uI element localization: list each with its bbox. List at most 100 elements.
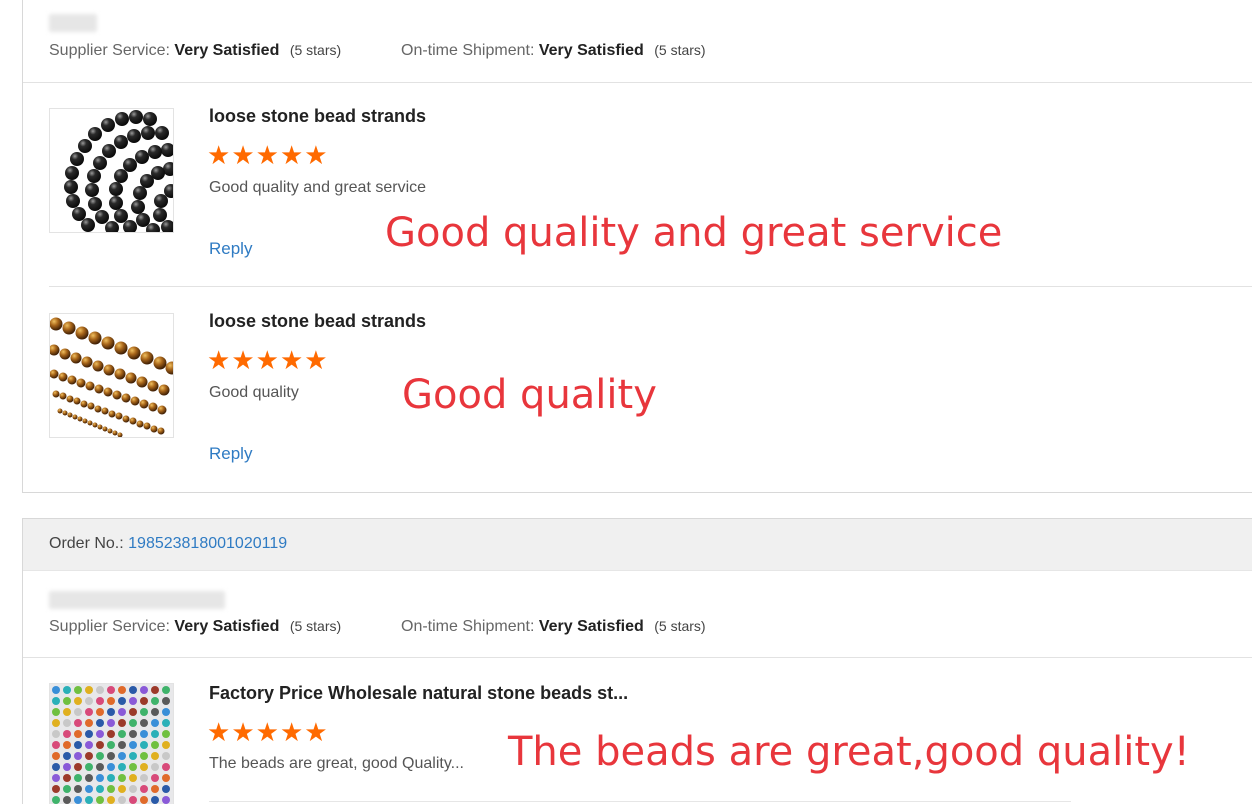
order-number-label: Order No.: bbox=[49, 535, 124, 552]
product-title[interactable]: loose stone bead strands bbox=[209, 106, 426, 127]
sample-bead bbox=[151, 785, 159, 793]
sample-bead bbox=[162, 785, 170, 793]
sample-bead bbox=[107, 774, 115, 782]
star-icon: ★ bbox=[255, 345, 279, 375]
sample-bead bbox=[52, 697, 60, 705]
sample-bead bbox=[52, 785, 60, 793]
sample-bead bbox=[140, 697, 148, 705]
sample-bead bbox=[129, 752, 137, 760]
tiger-eye-beads-image bbox=[50, 317, 173, 437]
sample-bead bbox=[85, 752, 93, 760]
sample-bead bbox=[118, 785, 126, 793]
sample-bead bbox=[162, 752, 170, 760]
sample-bead bbox=[140, 752, 148, 760]
sample-bead bbox=[129, 763, 137, 771]
sample-bead bbox=[96, 719, 104, 727]
sample-bead bbox=[74, 796, 82, 804]
sample-bead bbox=[118, 752, 126, 760]
sample-bead bbox=[52, 686, 60, 694]
sample-bead bbox=[129, 708, 137, 716]
product-thumbnail[interactable] bbox=[49, 108, 174, 233]
ontime-shipment-value: Very Satisfied bbox=[538, 618, 644, 635]
product-title[interactable]: loose stone bead strands bbox=[209, 311, 426, 332]
sample-bead bbox=[129, 785, 137, 793]
star-icon: ★ bbox=[207, 345, 231, 375]
sample-bead bbox=[107, 719, 115, 727]
order-number: Order No.: 198523818001020119 bbox=[49, 535, 287, 553]
order-header: Order No.: 198523818001020119 bbox=[23, 519, 1252, 571]
sample-bead bbox=[107, 763, 115, 771]
reply-link[interactable]: Reply bbox=[209, 444, 252, 464]
sample-bead bbox=[162, 774, 170, 782]
star-icon: ★ bbox=[279, 345, 304, 375]
sample-bead bbox=[85, 741, 93, 749]
sample-bead bbox=[96, 697, 104, 705]
product-title[interactable]: Factory Price Wholesale natural stone be… bbox=[209, 683, 628, 704]
ontime-shipment-stars: (5 stars) bbox=[654, 618, 706, 634]
reply-link[interactable]: Reply bbox=[209, 239, 252, 259]
ontime-shipment: On-time Shipment: Very Satisfied (5 star… bbox=[401, 42, 706, 60]
product-thumbnail[interactable] bbox=[49, 313, 174, 438]
sample-bead bbox=[140, 763, 148, 771]
sample-bead bbox=[74, 774, 82, 782]
buyer-name-redacted bbox=[49, 14, 97, 32]
review-comment: Good quality and great service bbox=[209, 179, 427, 196]
star-icon: ★ bbox=[207, 140, 231, 170]
ontime-shipment-value: Very Satisfied bbox=[538, 42, 644, 59]
sample-bead bbox=[63, 785, 71, 793]
sample-bead bbox=[118, 796, 126, 804]
supplier-service-stars: (5 stars) bbox=[289, 42, 342, 58]
sample-bead bbox=[129, 774, 137, 782]
sample-bead bbox=[63, 752, 71, 760]
sample-bead bbox=[118, 708, 126, 716]
sample-bead bbox=[52, 796, 60, 804]
divider bbox=[23, 657, 1252, 658]
sample-bead bbox=[107, 796, 115, 804]
divider bbox=[49, 286, 1252, 287]
sample-bead bbox=[52, 774, 60, 782]
sample-bead bbox=[129, 796, 137, 804]
sample-bead bbox=[140, 719, 148, 727]
sample-bead bbox=[140, 741, 148, 749]
sample-bead bbox=[140, 785, 148, 793]
star-icon: ★ bbox=[231, 717, 255, 747]
sample-bead bbox=[63, 730, 71, 738]
feedback-card-2: Order No.: 198523818001020119 Supplier S… bbox=[22, 518, 1252, 804]
sample-bead bbox=[107, 708, 115, 716]
order-number-link[interactable]: 198523818001020119 bbox=[128, 535, 287, 552]
annotation-overlay: The beads are great,good quality! bbox=[508, 729, 1190, 775]
star-icon: ★ bbox=[255, 140, 279, 170]
sample-bead bbox=[96, 752, 104, 760]
sample-bead bbox=[162, 719, 170, 727]
sample-bead bbox=[74, 752, 82, 760]
sample-bead bbox=[96, 730, 104, 738]
review-comment: The beads are great, good Quality... bbox=[209, 755, 464, 772]
sample-bead bbox=[140, 730, 148, 738]
sample-bead bbox=[85, 796, 93, 804]
sample-bead bbox=[162, 763, 170, 771]
sample-bead bbox=[52, 708, 60, 716]
ontime-shipment: On-time Shipment: Very Satisfied (5 star… bbox=[401, 618, 706, 636]
sample-bead bbox=[85, 763, 93, 771]
sample-bead bbox=[74, 697, 82, 705]
sample-bead bbox=[151, 796, 159, 804]
ratings-row: Supplier Service: Very Satisfied (5 star… bbox=[49, 618, 706, 636]
supplier-service-label: Supplier Service: bbox=[49, 618, 170, 635]
sample-bead bbox=[151, 752, 159, 760]
sample-bead bbox=[96, 686, 104, 694]
star-rating: ★ ★ ★ ★ ★ bbox=[207, 347, 328, 373]
buyer-name-redacted bbox=[49, 591, 225, 609]
sample-bead bbox=[63, 686, 71, 694]
star-rating: ★ ★ ★ ★ ★ bbox=[207, 719, 328, 745]
sample-bead bbox=[85, 774, 93, 782]
sample-bead bbox=[162, 708, 170, 716]
sample-bead bbox=[63, 741, 71, 749]
sample-bead bbox=[96, 785, 104, 793]
sample-bead bbox=[118, 730, 126, 738]
sample-bead bbox=[151, 730, 159, 738]
star-icon: ★ bbox=[304, 717, 328, 747]
product-thumbnail[interactable] bbox=[49, 683, 174, 804]
sample-bead bbox=[151, 708, 159, 716]
sample-bead bbox=[162, 730, 170, 738]
sample-bead bbox=[107, 752, 115, 760]
